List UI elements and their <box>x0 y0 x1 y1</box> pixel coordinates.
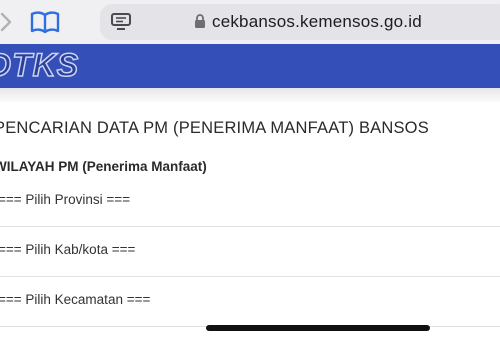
province-select-value: === Pilih Provinsi === <box>0 192 131 207</box>
home-indicator[interactable] <box>206 325 430 331</box>
browser-toolbar: cekbansos.kemensos.go.id <box>0 0 500 44</box>
url-text[interactable]: cekbansos.kemensos.go.id <box>212 12 422 32</box>
site-logo[interactable]: DTKS <box>0 46 79 84</box>
forward-icon[interactable] <box>0 12 12 32</box>
regency-select-value: === Pilih Kab/kota === <box>0 242 136 257</box>
reader-mode-icon[interactable] <box>110 12 132 32</box>
district-select[interactable]: === Pilih Kecamatan === <box>0 276 500 327</box>
lock-icon <box>195 14 205 28</box>
province-select[interactable]: === Pilih Provinsi === <box>0 176 500 227</box>
regency-select[interactable]: === Pilih Kab/kota === <box>0 226 500 277</box>
page-title: PENCARIAN DATA PM (PENERIMA MANFAAT) BAN… <box>0 119 429 137</box>
bookmarks-icon[interactable] <box>30 10 60 34</box>
section-label: WILAYAH PM (Penerima Manfaat) <box>0 159 207 174</box>
district-select-value: === Pilih Kecamatan === <box>0 292 151 307</box>
header-divider <box>0 88 500 102</box>
site-header: DTKS <box>0 44 500 88</box>
